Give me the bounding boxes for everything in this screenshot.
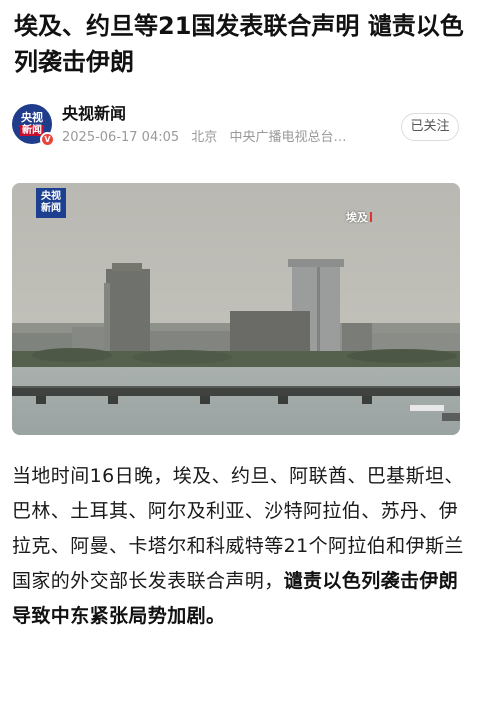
author-row: 央视 新闻 V 央视新闻 2025-06-17 04:05 北京 中央广播电视总… — [12, 104, 467, 150]
avatar-text-top: 央视 — [21, 111, 43, 124]
cctv-logo-text-bottom: 新闻 — [41, 203, 61, 214]
verified-badge-icon: V — [40, 132, 55, 147]
cctv-logo-text-top: 央视 — [41, 191, 61, 202]
author-name[interactable]: 央视新闻 — [62, 104, 126, 124]
video-frame-image — [12, 183, 460, 435]
video-location-label: 埃及 — [346, 209, 372, 225]
publish-date: 2025-06-17 04:05 — [62, 130, 180, 145]
author-meta: 2025-06-17 04:05 北京 中央广播电视总台… — [62, 130, 392, 146]
author-org: 中央广播电视总台… — [229, 130, 347, 145]
publish-location: 北京 — [191, 130, 218, 145]
article-body: 当地时间16日晚，埃及、约旦、阿联酋、巴基斯坦、巴林、土耳其、阿尔及利亚、沙特阿… — [12, 459, 467, 634]
article-headline: 埃及、约旦等21国发表联合声明 谴责以色列袭击伊朗 — [14, 12, 464, 76]
video-player[interactable]: 央视 新闻 埃及 — [12, 183, 460, 435]
cctv-news-logo: 央视 新闻 — [36, 188, 66, 218]
follow-button[interactable]: 已关注 — [401, 113, 459, 141]
